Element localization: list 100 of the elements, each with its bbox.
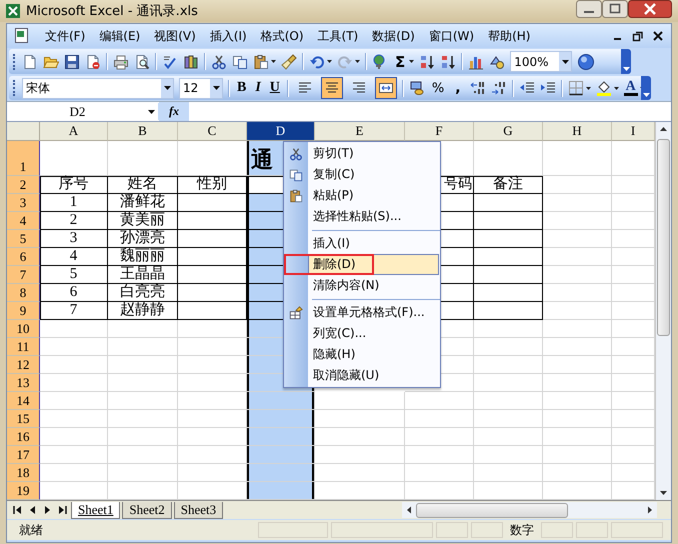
menu-item[interactable]: 隐藏(H): [308, 344, 439, 365]
vertical-scrollbar[interactable]: [655, 122, 671, 500]
print-icon[interactable]: [113, 54, 129, 70]
sort-descending-icon[interactable]: [440, 54, 456, 70]
column-header[interactable]: F: [405, 122, 474, 141]
restore-icon[interactable]: [631, 29, 645, 43]
caret-icon[interactable]: [355, 60, 360, 63]
scroll-thumb[interactable]: [657, 139, 670, 336]
row-header[interactable]: 13: [7, 374, 40, 392]
font-size-field[interactable]: 12: [179, 78, 223, 98]
row-header[interactable]: 4: [7, 212, 40, 230]
menu-item[interactable]: 清除内容(N): [308, 275, 439, 296]
column-header[interactable]: B: [108, 122, 178, 141]
caret-icon[interactable]: [614, 86, 619, 90]
row-header[interactable]: 16: [7, 428, 40, 446]
column-header[interactable]: C: [178, 122, 247, 141]
menu-item[interactable]: 插入(I): [210, 28, 247, 44]
column-header[interactable]: H: [543, 122, 612, 141]
row-header[interactable]: 12: [7, 356, 40, 374]
comma-button[interactable]: ,: [451, 80, 465, 96]
decrease-decimal-icon[interactable]: [490, 80, 507, 96]
row-header[interactable]: 15: [7, 410, 40, 428]
copy-icon[interactable]: [232, 54, 248, 70]
document-stop-icon[interactable]: [85, 54, 101, 70]
row-header[interactable]: 8: [7, 284, 40, 302]
bold-button[interactable]: B: [235, 80, 248, 96]
toolbar-options-button[interactable]: [621, 49, 631, 74]
menu-item[interactable]: 取消隐藏(U): [308, 365, 439, 386]
caret-icon[interactable]: [327, 60, 332, 63]
menu-item[interactable]: 编辑(E): [99, 28, 140, 44]
print-preview-icon[interactable]: [134, 54, 150, 70]
row-header[interactable]: 5: [7, 230, 40, 248]
paint-bucket-icon[interactable]: [596, 80, 612, 96]
font-field[interactable]: 宋体: [22, 78, 174, 98]
row-header[interactable]: 14: [7, 392, 40, 410]
toolbar-options-button[interactable]: [641, 76, 651, 100]
caret-icon[interactable]: [271, 60, 276, 63]
sheet-tab[interactable]: Sheet1: [71, 502, 120, 518]
paste-icon[interactable]: [253, 54, 269, 70]
row-header[interactable]: 11: [7, 338, 40, 356]
undo-icon[interactable]: [309, 54, 325, 70]
paintbrush-icon[interactable]: [281, 54, 297, 70]
coins-icon[interactable]: [408, 80, 425, 96]
help-icon[interactable]: [577, 52, 596, 70]
close-icon[interactable]: [628, 0, 672, 18]
shapes-icon[interactable]: [489, 54, 506, 70]
menu-item[interactable]: 工具(T): [318, 28, 358, 44]
autosum-button[interactable]: Σ: [393, 52, 408, 70]
menu-item[interactable]: 格式(O): [260, 28, 304, 44]
save-icon[interactable]: [64, 54, 80, 70]
align-center-icon[interactable]: [320, 77, 343, 99]
row-header[interactable]: 2: [7, 176, 40, 194]
font-color-button[interactable]: A: [624, 80, 638, 96]
row-header[interactable]: 7: [7, 266, 40, 284]
close-icon[interactable]: [651, 29, 665, 43]
zoom-field[interactable]: 100%: [510, 51, 572, 72]
sheet-tab[interactable]: Sheet2: [122, 502, 172, 518]
merge-center-icon[interactable]: [374, 77, 397, 99]
underline-button[interactable]: U: [268, 80, 282, 96]
function-label[interactable]: fx: [159, 102, 189, 121]
column-header[interactable]: I: [612, 122, 655, 141]
maximize-icon[interactable]: [602, 0, 628, 18]
sheet-tab[interactable]: Sheet3: [174, 502, 224, 518]
menu-item[interactable]: 文件(F): [45, 28, 86, 44]
borders-icon[interactable]: [568, 80, 584, 96]
scroll-thumb[interactable]: [416, 502, 568, 518]
cut-icon[interactable]: [211, 54, 227, 70]
caret-icon[interactable]: [586, 86, 591, 90]
column-header[interactable]: E: [315, 122, 405, 141]
caret-icon[interactable]: [409, 60, 414, 63]
row-header[interactable]: 9: [7, 302, 40, 320]
column-header[interactable]: G: [474, 122, 543, 141]
italic-button[interactable]: I: [253, 80, 263, 96]
row-header[interactable]: 19: [7, 482, 40, 500]
row-header[interactable]: 6: [7, 248, 40, 266]
menu-item[interactable]: 选择性粘贴(S)...: [308, 206, 439, 227]
horizontal-scrollbar[interactable]: [402, 502, 657, 518]
percent-button[interactable]: %: [430, 80, 446, 96]
menu-item[interactable]: 窗口(W): [428, 28, 474, 44]
column-header[interactable]: A: [40, 122, 108, 141]
sort-ascending-icon[interactable]: [419, 54, 436, 70]
increase-decimal-icon[interactable]: [470, 80, 486, 96]
row-header[interactable]: 10: [7, 320, 40, 338]
books-icon[interactable]: [183, 54, 199, 70]
menu-item[interactable]: 视图(V): [154, 28, 196, 44]
row-header[interactable]: 1: [7, 141, 40, 176]
menu-item[interactable]: 帮助(H): [488, 28, 530, 44]
menu-item[interactable]: 插入(I): [308, 233, 439, 254]
new-file-icon[interactable]: [22, 54, 38, 70]
row-header[interactable]: 18: [7, 464, 40, 482]
menu-item[interactable]: 列宽(C)...: [308, 323, 439, 344]
column-header[interactable]: D: [247, 122, 315, 141]
first-sheet-icon[interactable]: [11, 503, 24, 517]
spreadsheet-doc-icon[interactable]: [13, 27, 31, 45]
last-sheet-icon[interactable]: [56, 503, 69, 517]
row-header[interactable]: 3: [7, 194, 40, 212]
spelling-icon[interactable]: [162, 54, 178, 70]
row-header[interactable]: 17: [7, 446, 40, 464]
menu-item[interactable]: 设置单元格格式(F)...: [308, 302, 439, 323]
menu-item[interactable]: 数据(D): [372, 28, 415, 44]
